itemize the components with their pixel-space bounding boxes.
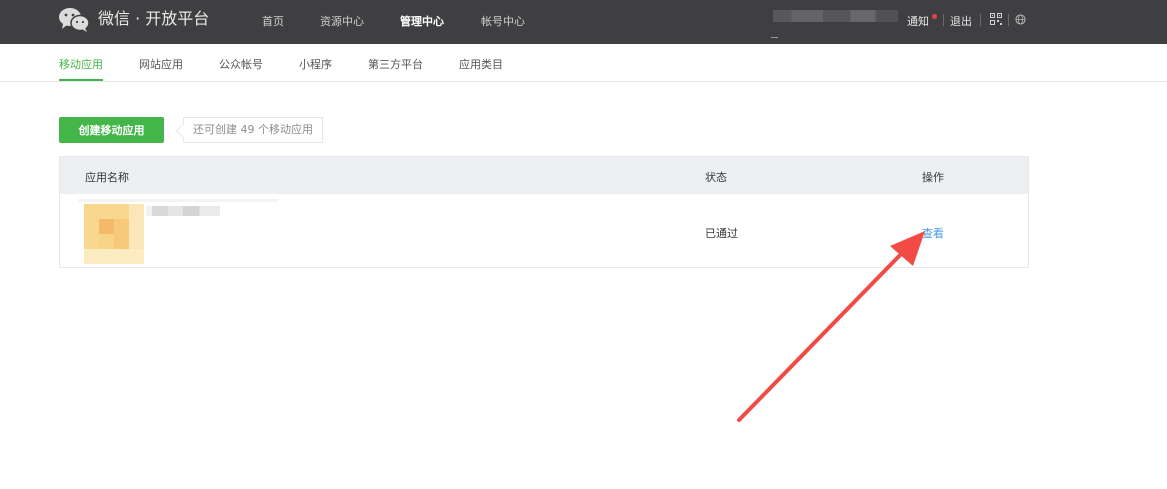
- app-table: 应用名称 状态 操作 已通过 查看: [59, 156, 1029, 268]
- qrcode-icon[interactable]: [990, 13, 1002, 25]
- brand-title[interactable]: 微信 · 开放平台: [98, 9, 209, 29]
- tab-mini-programs[interactable]: 小程序: [299, 56, 332, 72]
- app-status: 已通过: [705, 227, 738, 240]
- app-icon-redacted: [84, 204, 144, 264]
- app-name-redacted: [146, 206, 220, 216]
- divider: [980, 14, 981, 26]
- notify-link[interactable]: 通知: [907, 13, 929, 29]
- table-row: 已通过 查看: [60, 194, 1028, 267]
- tab-app-categories[interactable]: 应用类目: [459, 56, 503, 72]
- sub-navigation: 移动应用 网站应用 公众帐号 小程序 第三方平台 应用类目: [0, 44, 1167, 82]
- create-mobile-app-button[interactable]: 创建移动应用: [59, 117, 164, 143]
- tab-official-accounts[interactable]: 公众帐号: [219, 56, 263, 72]
- account-name-underline: [771, 37, 778, 38]
- app-name-redacted-shadow: [78, 199, 278, 202]
- nav-home[interactable]: 首页: [262, 13, 284, 29]
- remaining-quota-tip: 还可创建 49 个移动应用: [183, 117, 323, 143]
- top-bar: 微信 · 开放平台 首页 资源中心 管理中心 帐号中心 通知 退出: [0, 0, 1167, 44]
- logout-link[interactable]: 退出: [950, 13, 972, 29]
- notify-badge: [932, 14, 937, 19]
- divider: [943, 14, 944, 26]
- view-app-link[interactable]: 查看: [922, 225, 944, 241]
- nav-management[interactable]: 管理中心: [400, 13, 444, 29]
- tab-website-apps[interactable]: 网站应用: [139, 56, 183, 72]
- nav-resources[interactable]: 资源中心: [320, 13, 364, 29]
- nav-account[interactable]: 帐号中心: [481, 13, 525, 29]
- divider: [1008, 14, 1009, 26]
- table-header: 应用名称 状态 操作: [60, 157, 1028, 194]
- column-header-name: 应用名称: [85, 171, 129, 184]
- column-header-status: 状态: [705, 171, 727, 184]
- column-header-action: 操作: [922, 171, 944, 184]
- tab-mobile-apps[interactable]: 移动应用: [59, 56, 103, 72]
- wechat-logo-icon[interactable]: [58, 6, 90, 34]
- active-tab-indicator: [59, 79, 103, 81]
- globe-icon[interactable]: [1015, 14, 1026, 25]
- tab-third-party-platform[interactable]: 第三方平台: [368, 56, 423, 72]
- account-name-redacted: [773, 10, 898, 22]
